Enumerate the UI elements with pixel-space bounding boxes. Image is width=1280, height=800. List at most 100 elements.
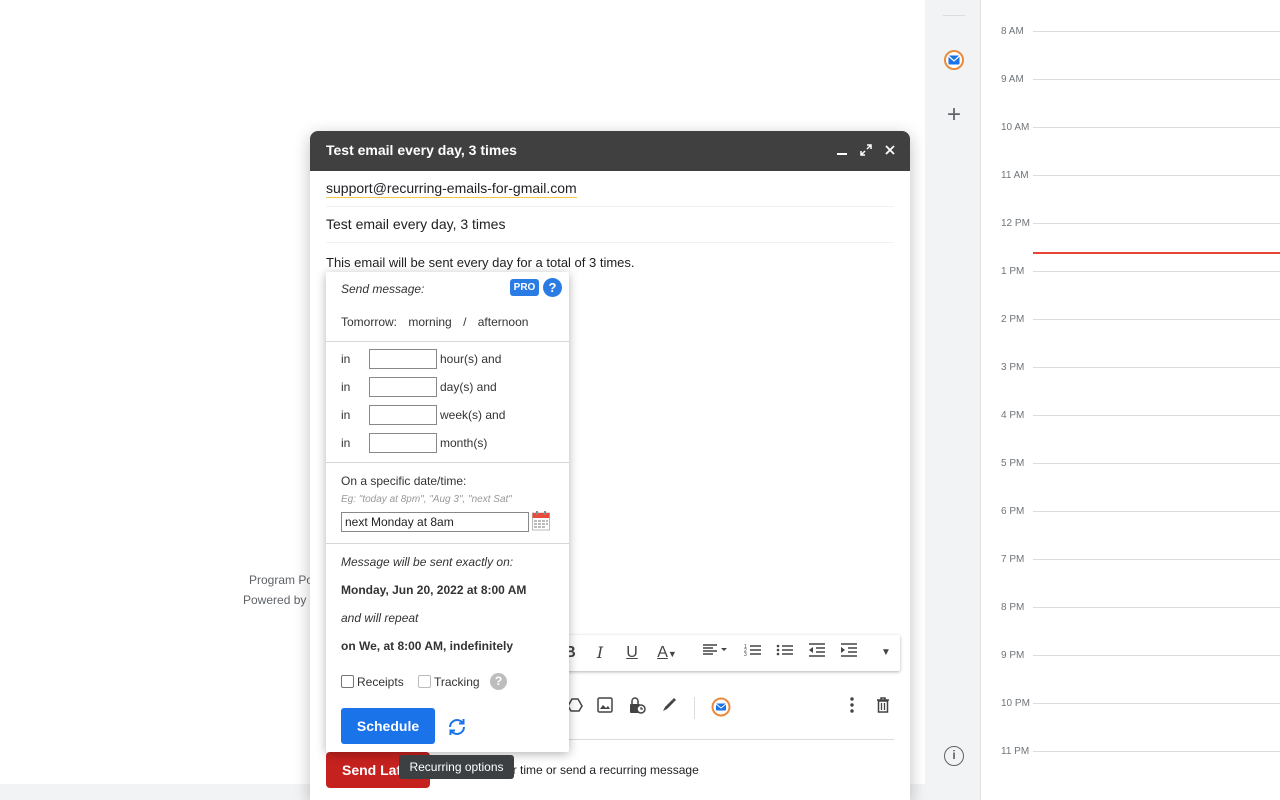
- action-divider-vertical: [694, 697, 695, 719]
- slash-separator: /: [463, 315, 467, 329]
- popup-separator: [326, 543, 569, 544]
- more-formatting-icon[interactable]: ▼: [876, 643, 896, 663]
- calendar-hour-line[interactable]: [1033, 175, 1280, 176]
- recurring-emails-addon-icon[interactable]: [944, 50, 964, 70]
- days-unit-label: day(s) and: [440, 380, 497, 394]
- calendar-hour-label: 10 PM: [1001, 698, 1030, 709]
- calendar-hour-line[interactable]: [1033, 511, 1280, 512]
- footer-program-policies[interactable]: Program Po: [249, 573, 313, 587]
- hours-row: in hour(s) and: [341, 349, 561, 369]
- months-input[interactable]: [369, 433, 437, 453]
- calendar-hour-label: 7 PM: [1001, 554, 1025, 565]
- calendar-hour-line[interactable]: [1033, 223, 1280, 224]
- calendar-hour-label: 3 PM: [1001, 362, 1025, 373]
- recurring-addon-icon[interactable]: [710, 697, 732, 719]
- calendar-hour-label: 10 AM: [1001, 122, 1030, 133]
- get-addons-plus-icon[interactable]: +: [943, 102, 965, 128]
- calendar-hour-label: 8 PM: [1001, 602, 1025, 613]
- calendar-hour-label: 4 PM: [1001, 410, 1025, 421]
- calendar-hour-label: 8 AM: [1001, 26, 1024, 37]
- footer-powered-by: Powered by: [243, 593, 307, 607]
- specific-date-hint: Eg: "today at 8pm", "Aug 3", "next Sat": [341, 494, 512, 505]
- tracking-help-icon[interactable]: ?: [490, 673, 507, 690]
- info-icon[interactable]: i: [944, 746, 964, 766]
- calendar-hour-label: 5 PM: [1001, 458, 1025, 469]
- signature-pen-icon[interactable]: [658, 697, 680, 719]
- align-icon[interactable]: [698, 643, 734, 663]
- calendar-hour-line[interactable]: [1033, 271, 1280, 272]
- calendar-hour-line[interactable]: [1033, 751, 1280, 752]
- confidential-mode-icon[interactable]: [626, 697, 648, 719]
- close-icon[interactable]: [880, 141, 900, 161]
- tracking-checkbox[interactable]: [418, 675, 431, 688]
- calendar-hour-label: 9 PM: [1001, 650, 1025, 661]
- calendar-hour-label: 1 PM: [1001, 266, 1025, 277]
- in-label: in: [341, 408, 351, 422]
- calendar-hour-line[interactable]: [1033, 559, 1280, 560]
- calendar-hour-line[interactable]: [1033, 703, 1280, 704]
- indent-less-icon[interactable]: [806, 643, 828, 663]
- weeks-unit-label: week(s) and: [440, 408, 506, 422]
- schedule-popup: Send message: PRO ? Tomorrow: morning / …: [326, 272, 569, 752]
- calendar-panel: 8 AM 9 AM 10 AM 11 AM 12 PM 1 PM 2 PM 3 PM 4 PM 5…: [980, 0, 1280, 800]
- subject-field[interactable]: Test email every day, 3 times: [326, 207, 894, 243]
- more-options-icon[interactable]: [844, 697, 860, 719]
- months-unit-label: month(s): [440, 436, 488, 450]
- pro-badge[interactable]: PRO: [510, 279, 539, 296]
- receipts-label[interactable]: Receipts: [357, 675, 404, 689]
- calendar-hour-line[interactable]: [1033, 367, 1280, 368]
- indent-more-icon[interactable]: [838, 643, 860, 663]
- popup-separator: [326, 341, 569, 342]
- calendar-hour-label: 2 PM: [1001, 314, 1025, 325]
- sent-exactly-label: Message will be sent exactly on:: [341, 555, 514, 569]
- formatting-toolbar: B I U A▼ 123 ▼: [550, 635, 900, 671]
- text-color-icon[interactable]: A▼: [652, 643, 682, 663]
- recurring-options-icon[interactable]: [446, 716, 468, 738]
- discard-draft-icon[interactable]: [872, 697, 894, 719]
- calendar-hour-line[interactable]: [1033, 655, 1280, 656]
- current-time-indicator: [1033, 252, 1280, 254]
- hours-input[interactable]: [369, 349, 437, 369]
- calendar-hour-label: 11 AM: [1001, 170, 1029, 181]
- italic-icon[interactable]: I: [590, 643, 610, 663]
- specific-date-input[interactable]: next Monday at 8am: [341, 512, 529, 532]
- weeks-input[interactable]: [369, 405, 437, 425]
- underline-icon[interactable]: U: [622, 643, 642, 663]
- tomorrow-morning-link[interactable]: morning: [408, 315, 451, 329]
- popup-separator: [326, 462, 569, 463]
- help-icon[interactable]: ?: [543, 278, 562, 297]
- full-screen-icon[interactable]: [856, 141, 876, 161]
- schedule-button[interactable]: Schedule: [341, 708, 435, 744]
- send-message-label: Send message:: [341, 282, 425, 296]
- bulleted-list-icon[interactable]: [774, 643, 796, 663]
- tracking-label[interactable]: Tracking: [434, 675, 480, 689]
- insert-photo-icon[interactable]: [594, 697, 616, 719]
- email-body[interactable]: This email will be sent every day for a …: [326, 255, 635, 270]
- calendar-hour-line[interactable]: [1033, 127, 1280, 128]
- calendar-hour-label: 6 PM: [1001, 506, 1025, 517]
- tomorrow-label: Tomorrow:: [341, 315, 398, 329]
- in-label: in: [341, 380, 351, 394]
- calendar-picker-icon[interactable]: [532, 511, 550, 531]
- numbered-list-icon[interactable]: 123: [742, 643, 764, 663]
- calendar-hour-label: 11 PM: [1001, 746, 1030, 757]
- calendar-hour-line[interactable]: [1033, 79, 1280, 80]
- receipts-checkbox[interactable]: [341, 675, 354, 688]
- minimize-icon[interactable]: [832, 141, 852, 161]
- days-input[interactable]: [369, 377, 437, 397]
- in-label: in: [341, 352, 351, 366]
- calendar-hour-line[interactable]: [1033, 607, 1280, 608]
- calendar-hour-label: 9 AM: [1001, 74, 1024, 85]
- subject-text[interactable]: Test email every day, 3 times: [326, 216, 505, 232]
- calendar-hour-line[interactable]: [1033, 415, 1280, 416]
- calendar-hour-line[interactable]: [1033, 319, 1280, 320]
- calendar-hour-line[interactable]: [1033, 463, 1280, 464]
- sent-date-value: Monday, Jun 20, 2022 at 8:00 AM: [341, 583, 527, 597]
- tomorrow-afternoon-link[interactable]: afternoon: [478, 315, 529, 329]
- recipient-chip[interactable]: support@recurring-emails-for-gmail.com: [326, 180, 577, 198]
- days-row: in day(s) and: [341, 377, 561, 397]
- calendar-hour-line[interactable]: [1033, 31, 1280, 32]
- months-row: in month(s): [341, 433, 561, 453]
- in-label: in: [341, 436, 351, 450]
- to-field[interactable]: support@recurring-emails-for-gmail.com: [326, 171, 894, 207]
